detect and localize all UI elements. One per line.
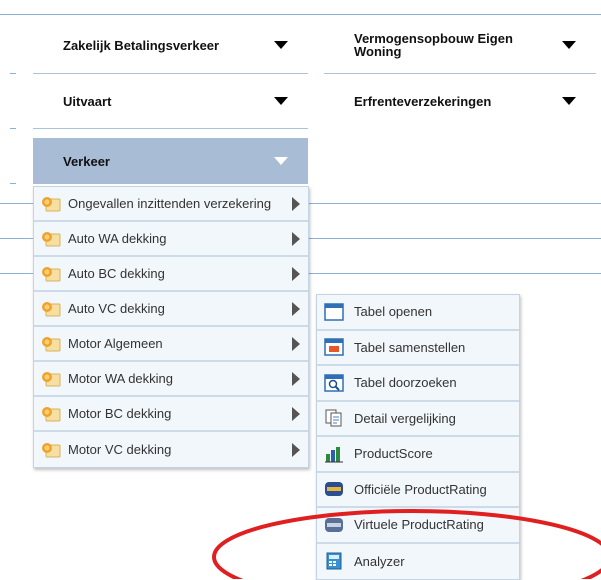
insurance-product-icon bbox=[40, 405, 62, 423]
chevron-right-icon bbox=[292, 301, 300, 316]
menu-item-auto-vc[interactable]: Auto VC dekking bbox=[34, 292, 308, 327]
chevron-right-icon bbox=[292, 266, 300, 281]
chevron-right-icon bbox=[292, 371, 300, 386]
table-compose-icon bbox=[324, 338, 344, 356]
category-label: Verkeer bbox=[63, 153, 110, 169]
submenu-item-label: Virtuele ProductRating bbox=[354, 517, 484, 533]
menu-item-motor-vc[interactable]: Motor VC dekking bbox=[34, 432, 308, 467]
menu-item-motor-algemeen[interactable]: Motor Algemeen bbox=[34, 327, 308, 362]
chevron-right-icon bbox=[292, 406, 300, 421]
category-label: Uitvaart bbox=[63, 93, 112, 109]
submenu-item-label: Detail vergelijking bbox=[354, 410, 456, 426]
chevron-right-icon bbox=[292, 336, 300, 351]
menu-item-motor-bc[interactable]: Motor BC dekking bbox=[34, 397, 308, 432]
category-separator bbox=[33, 128, 308, 129]
verkeer-dropdown-menu: Ongevallen inzittenden verzekering Auto … bbox=[33, 186, 309, 468]
chevron-down-icon bbox=[274, 157, 288, 165]
divider-tick bbox=[10, 183, 16, 184]
submenu-item-label: Analyzer bbox=[354, 553, 405, 569]
chevron-right-icon bbox=[292, 231, 300, 246]
category-label: Vermogensopbouw Eigen Woning bbox=[354, 31, 513, 59]
submenu-item-productscore[interactable]: ProductScore bbox=[317, 437, 519, 473]
chevron-down-icon bbox=[274, 97, 288, 105]
product-submenu: Tabel openen Tabel samenstellen Tabel do… bbox=[316, 294, 520, 580]
category-erfrenteverzekeringen[interactable]: Erfrenteverzekeringen bbox=[324, 72, 596, 130]
insurance-product-icon bbox=[40, 265, 62, 283]
submenu-item-tabel-doorzoeken[interactable]: Tabel doorzoeken bbox=[317, 366, 519, 402]
menu-item-label: Motor WA dekking bbox=[68, 371, 174, 386]
divider-line bbox=[0, 14, 601, 15]
category-label: Zakelijk Betalingsverkeer bbox=[63, 37, 220, 53]
menu-item-label: Auto VC dekking bbox=[68, 301, 165, 316]
rating-badge-icon bbox=[324, 480, 344, 498]
chevron-right-icon bbox=[292, 442, 300, 457]
category-uitvaart[interactable]: Uitvaart bbox=[33, 72, 308, 130]
category-label: Erfrenteverzekeringen bbox=[354, 93, 492, 109]
bar-chart-icon bbox=[324, 445, 344, 463]
category-verkeer[interactable]: Verkeer bbox=[33, 138, 308, 184]
submenu-item-analyzer[interactable]: Analyzer bbox=[317, 543, 519, 579]
chevron-down-icon bbox=[274, 41, 288, 49]
table-open-icon bbox=[324, 303, 344, 321]
chevron-right-icon bbox=[292, 196, 300, 211]
menu-item-motor-wa[interactable]: Motor WA dekking bbox=[34, 362, 308, 397]
menu-item-label: Motor BC dekking bbox=[68, 406, 172, 421]
menu-item-label: Motor Algemeen bbox=[68, 336, 163, 351]
menu-item-label: Auto BC dekking bbox=[68, 266, 165, 281]
divider-tick bbox=[10, 128, 16, 129]
table-search-icon bbox=[324, 374, 344, 392]
calculator-icon bbox=[324, 552, 344, 570]
insurance-product-icon bbox=[40, 441, 62, 459]
virtual-rating-badge-icon bbox=[324, 516, 344, 534]
submenu-item-tabel-openen[interactable]: Tabel openen bbox=[317, 295, 519, 331]
menu-item-auto-wa[interactable]: Auto WA dekking bbox=[34, 222, 308, 257]
menu-item-auto-bc[interactable]: Auto BC dekking bbox=[34, 257, 308, 292]
menu-item-label: Auto WA dekking bbox=[68, 231, 167, 246]
insurance-product-icon bbox=[40, 300, 62, 318]
submenu-item-label: Tabel samenstellen bbox=[354, 339, 466, 355]
insurance-product-icon bbox=[40, 335, 62, 353]
chevron-down-icon bbox=[562, 97, 576, 105]
menu-item-ongevallen-inzittenden[interactable]: Ongevallen inzittenden verzekering bbox=[34, 187, 308, 222]
submenu-item-detail-vergelijking[interactable]: Detail vergelijking bbox=[317, 401, 519, 437]
menu-item-label: Ongevallen inzittenden verzekering bbox=[68, 196, 272, 211]
insurance-product-icon bbox=[40, 195, 62, 213]
divider-tick bbox=[10, 73, 16, 74]
submenu-item-label: Officiële ProductRating bbox=[354, 481, 487, 497]
submenu-item-label: Tabel doorzoeken bbox=[354, 375, 457, 391]
submenu-item-label: Tabel openen bbox=[354, 304, 433, 320]
document-compare-icon bbox=[324, 409, 344, 427]
category-zakelijk-betalingsverkeer[interactable]: Zakelijk Betalingsverkeer bbox=[33, 16, 308, 74]
submenu-item-label: ProductScore bbox=[354, 446, 433, 462]
category-vermogensopbouw-eigen-woning[interactable]: Vermogensopbouw Eigen Woning bbox=[324, 16, 596, 74]
submenu-item-virtuele-productrating[interactable]: Virtuele ProductRating bbox=[317, 508, 519, 544]
insurance-product-icon bbox=[40, 370, 62, 388]
submenu-item-tabel-samenstellen[interactable]: Tabel samenstellen bbox=[317, 330, 519, 366]
chevron-down-icon bbox=[562, 41, 576, 49]
insurance-product-icon bbox=[40, 230, 62, 248]
menu-item-label: Motor VC dekking bbox=[68, 442, 172, 457]
submenu-item-officiele-productrating[interactable]: Officiële ProductRating bbox=[317, 472, 519, 508]
